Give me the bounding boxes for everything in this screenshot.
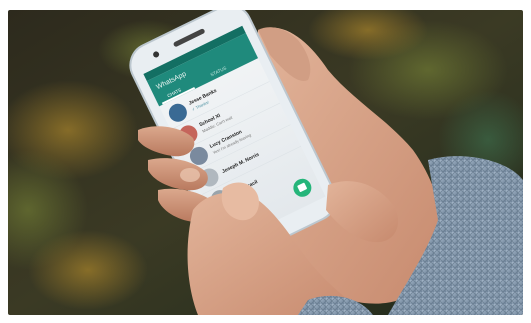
photo: WhatsApp CHATS STATUS Jesse Banks ✓ Than… xyxy=(8,10,523,315)
photo-frame: WhatsApp CHATS STATUS Jesse Banks ✓ Than… xyxy=(8,10,523,315)
